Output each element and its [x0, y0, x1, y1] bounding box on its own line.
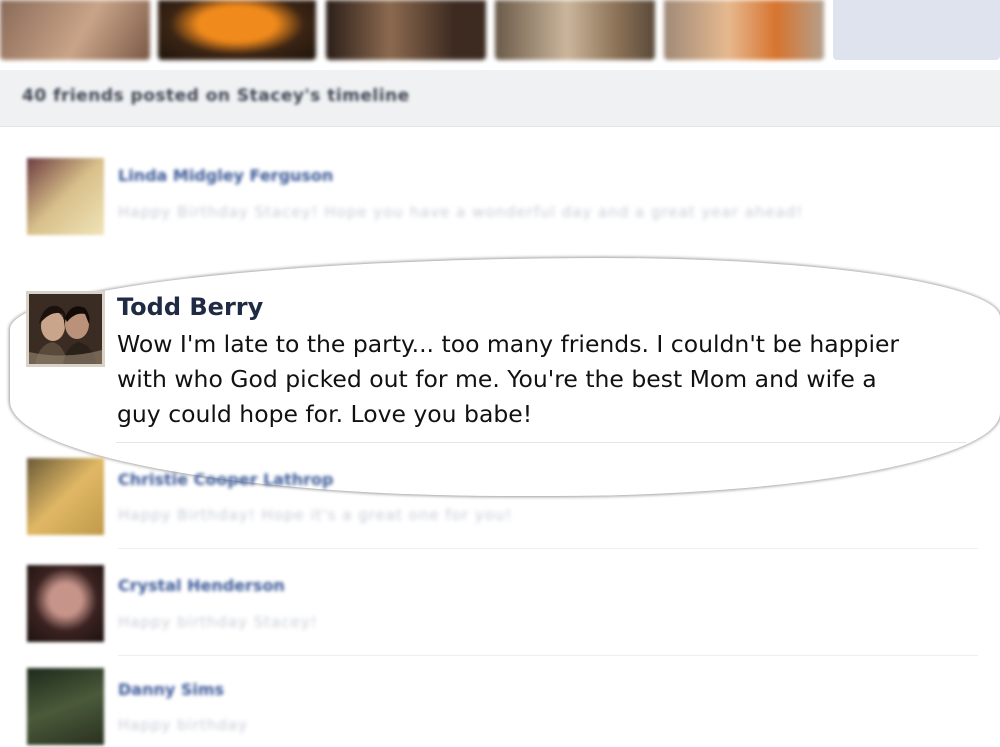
avatar[interactable]: [26, 291, 105, 367]
avatar[interactable]: [27, 668, 104, 745]
friend-photo[interactable]: [326, 0, 486, 60]
divider: [118, 655, 978, 656]
post-text: Happy birthday: [118, 716, 248, 734]
avatar[interactable]: [27, 158, 104, 235]
avatar[interactable]: [27, 565, 104, 642]
friend-photo[interactable]: [0, 0, 150, 60]
post-text-line: Wow I'm late to the party... too many fr…: [117, 330, 900, 358]
post-text: Happy birthday Stacey!: [118, 613, 318, 631]
post-author[interactable]: Danny Sims: [118, 680, 224, 699]
post-text: Happy Birthday! Hope it's a great one fo…: [118, 506, 513, 524]
avatar[interactable]: [27, 458, 104, 535]
friend-photo[interactable]: [495, 0, 655, 60]
divider: [118, 548, 978, 549]
post-author[interactable]: Crystal Henderson: [118, 576, 285, 595]
post-author[interactable]: Christie Cooper Lathrop: [118, 470, 333, 489]
photo-strip: [0, 0, 1000, 62]
post-text-line: with who God picked out for me. You're t…: [117, 365, 877, 393]
post-author[interactable]: Todd Berry: [117, 293, 263, 321]
timeline-summary-title: 40 friends posted on Stacey's timeline: [22, 86, 410, 106]
post-text: Happy Birthday Stacey! Hope you have a w…: [118, 203, 804, 221]
divider: [116, 442, 966, 443]
post-text-line: guy could hope for. Love you babe!: [117, 400, 533, 428]
post-author[interactable]: Linda Midgley Ferguson: [118, 166, 333, 185]
friend-photo-placeholder: [833, 0, 1000, 60]
friend-photo[interactable]: [158, 0, 316, 60]
post-text: Wow I'm late to the party... too many fr…: [117, 327, 977, 432]
friend-photo[interactable]: [664, 0, 824, 60]
